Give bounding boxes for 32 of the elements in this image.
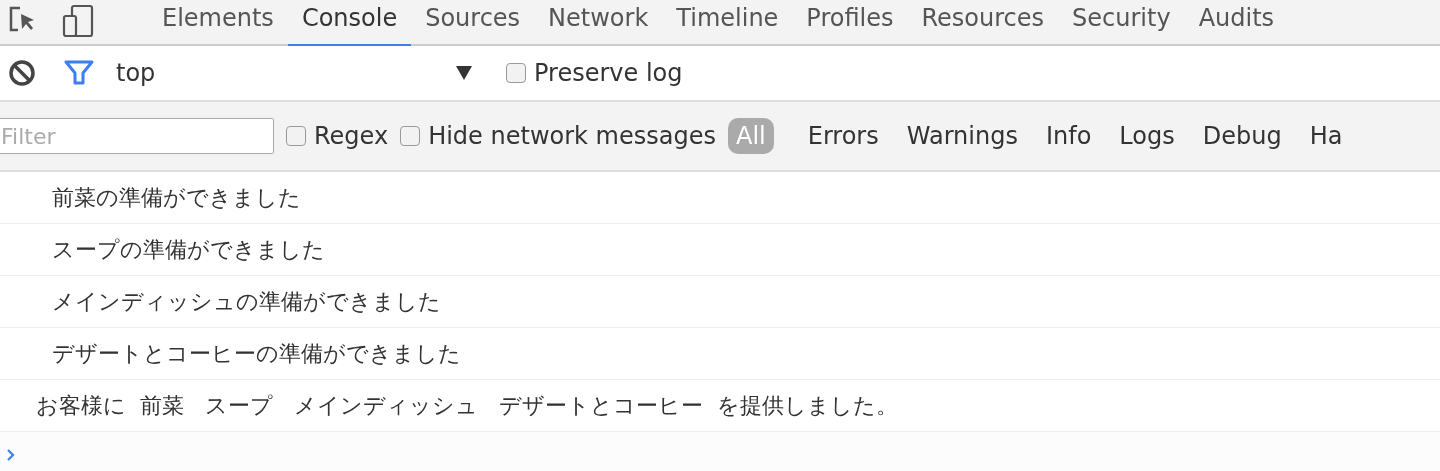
filter-icon[interactable]	[64, 60, 94, 86]
checkbox[interactable]	[286, 126, 306, 146]
log-message: スープの準備ができました	[52, 235, 325, 264]
checkbox-label: Regex	[314, 122, 389, 150]
tab[interactable]: Resources	[907, 2, 1059, 46]
level-filter[interactable]: Errors	[799, 118, 887, 154]
tab[interactable]: Profiles	[792, 2, 908, 46]
log-message: メインディッシュの準備ができました	[52, 287, 441, 316]
checkbox[interactable]	[506, 63, 526, 83]
log-message: お客様に 前菜 スープ メインディッシュ デザートとコーヒー を提供しました。	[36, 391, 898, 420]
prompt-icon	[6, 448, 16, 462]
level-filter[interactable]: Debug	[1194, 118, 1290, 154]
level-filter[interactable]: Ha	[1301, 118, 1351, 154]
tab[interactable]: Network	[534, 2, 663, 46]
level-filter[interactable]: Logs	[1111, 118, 1183, 154]
checkbox[interactable]	[400, 126, 421, 146]
context-select[interactable]: top	[116, 59, 472, 87]
level-filter[interactable]: Info	[1037, 118, 1100, 154]
dropdown-arrow-icon	[456, 66, 472, 80]
tab[interactable]: Audits	[1184, 2, 1289, 46]
checkbox-label: Hide network messages	[428, 122, 716, 150]
clear-icon[interactable]	[8, 59, 36, 87]
tab[interactable]: Timeline	[662, 2, 793, 46]
log-message: デザートとコーヒーの準備ができました	[52, 339, 461, 368]
tab[interactable]: Sources	[411, 2, 535, 46]
filter-field[interactable]: Filter	[0, 118, 274, 154]
device-icon[interactable]	[62, 4, 94, 38]
level-filter[interactable]: Warnings	[898, 118, 1026, 154]
tab[interactable]: Elements	[148, 2, 288, 46]
log-message: 前菜の準備ができました	[52, 183, 301, 212]
checkbox-label: Preserve log	[534, 59, 683, 87]
tab[interactable]: Security	[1058, 2, 1185, 46]
